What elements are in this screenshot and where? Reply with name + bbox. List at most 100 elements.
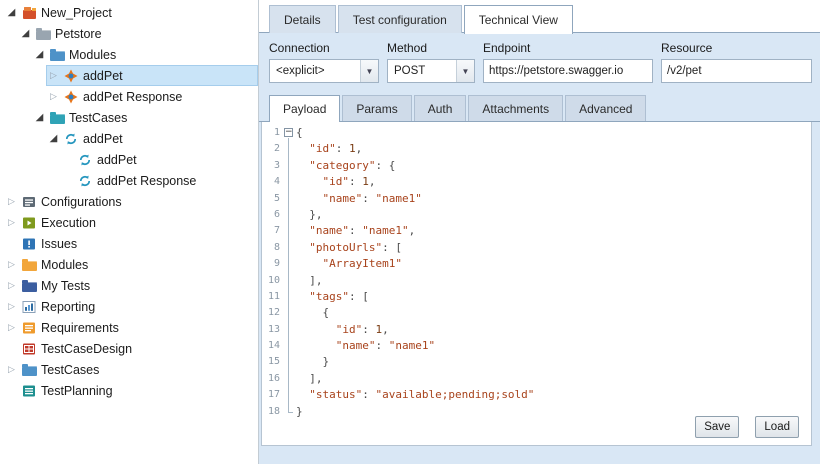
tree-item-addpet-response[interactable]: addPet Response (0, 170, 258, 191)
expand-arrow-icon[interactable]: ◢ (48, 133, 59, 144)
endpoint-input[interactable] (483, 59, 653, 83)
tree-item-addpet[interactable]: ▷addPet (0, 65, 258, 86)
requirements-icon (21, 320, 37, 336)
expand-arrow-icon[interactable]: ◢ (20, 28, 31, 39)
fold-guide-line (282, 322, 296, 338)
tree-item-requirements[interactable]: ▷Requirements (0, 317, 258, 338)
tree-item-content: ▷Modules (4, 254, 258, 275)
tree-indent (0, 149, 60, 170)
save-button[interactable]: Save (695, 416, 739, 438)
expand-arrow-icon[interactable]: ▷ (6, 323, 17, 333)
connection-select[interactable]: <explicit> ▼ (269, 59, 379, 83)
line-number: 3 (262, 158, 282, 174)
tree-item-testcases[interactable]: ◢TestCases (0, 107, 258, 128)
fold-guide-line (282, 305, 296, 321)
tree-indent (0, 44, 32, 65)
code-line-text: { (296, 305, 329, 321)
tree-item-testcases[interactable]: ▷TestCases (0, 359, 258, 380)
tree-item-content: ▷ addPet Response (46, 86, 258, 107)
expand-arrow-icon[interactable]: ◢ (6, 7, 17, 18)
line-number: 9 (262, 256, 282, 272)
code-line-text: ], (296, 273, 323, 289)
tree-item-label: Execution (41, 216, 96, 230)
expand-arrow-icon[interactable]: ▷ (6, 260, 17, 270)
expand-arrow-icon[interactable]: ▷ (48, 92, 59, 102)
tree-item-label: Modules (69, 48, 116, 62)
code-line-text: "id": 1, (296, 141, 362, 157)
line-number: 8 (262, 240, 282, 256)
fold-guide-line (282, 158, 296, 174)
project-tree-panel: ◢New_Project◢Petstore◢Modules▷addPet▷add… (0, 0, 259, 464)
folder-icon (21, 278, 37, 294)
tree-item-new-project[interactable]: ◢New_Project (0, 2, 258, 23)
tab-payload[interactable]: Payload (269, 95, 340, 122)
json-code-area[interactable]: 1−{2 "id": 1,3 "category": {4 "id": 1,5 … (262, 122, 811, 420)
line-number: 5 (262, 191, 282, 207)
tree-item-testplanning[interactable]: TestPlanning (0, 380, 258, 401)
line-number: 14 (262, 338, 282, 354)
load-button[interactable]: Load (755, 416, 799, 438)
folder-icon (21, 257, 37, 273)
tree-item-addpet[interactable]: ◢ addPet (0, 128, 258, 149)
editor-button-row: Save Load (695, 416, 799, 438)
expand-arrow-icon[interactable]: ▷ (48, 71, 59, 81)
main-tab-bar: DetailsTest configurationTechnical View (259, 0, 820, 33)
fold-guide-line (282, 404, 296, 420)
expand-arrow-icon[interactable]: ◢ (34, 49, 45, 60)
expand-arrow-icon[interactable]: ▷ (6, 302, 17, 312)
line-number: 17 (262, 387, 282, 403)
tree-item-testcasedesign[interactable]: TestCaseDesign (0, 338, 258, 359)
tab-attachments[interactable]: Attachments (468, 95, 563, 121)
tree-item-addpet-response[interactable]: ▷ addPet Response (0, 86, 258, 107)
tree-item-label: TestCaseDesign (41, 342, 132, 356)
code-line-text: "name": "name1" (296, 338, 435, 354)
expand-arrow-icon[interactable]: ▷ (6, 218, 17, 228)
fold-toggle-icon[interactable]: − (282, 125, 296, 141)
tree-indent (0, 170, 60, 191)
project-icon (21, 5, 37, 21)
payload-editor[interactable]: 1−{2 "id": 1,3 "category": {4 "id": 1,5 … (261, 122, 812, 446)
expand-arrow-icon[interactable]: ▷ (6, 197, 17, 207)
tab-auth[interactable]: Auth (414, 95, 467, 121)
tree-item-content: ▷Requirements (4, 317, 258, 338)
tree-item-reporting[interactable]: ▷ Reporting (0, 296, 258, 317)
tree-item-my-tests[interactable]: ▷My Tests (0, 275, 258, 296)
request-config-bar: Connection <explicit> ▼ Method POST ▼ En… (259, 33, 820, 93)
code-line-text: "photoUrls": [ (296, 240, 402, 256)
tab-technical-view[interactable]: Technical View (464, 5, 573, 34)
app-window: ◢New_Project◢Petstore◢Modules▷addPet▷add… (0, 0, 820, 464)
code-line-text: }, (296, 207, 323, 223)
tree-item-label: addPet (83, 132, 123, 146)
tree-item-label: Issues (41, 237, 77, 251)
tree-item-content: Issues (4, 233, 258, 254)
endpoint-label: Endpoint (483, 41, 653, 55)
tree-item-issues[interactable]: Issues (0, 233, 258, 254)
tree-item-configurations[interactable]: ▷ Configurations (0, 191, 258, 212)
line-number: 1 (262, 125, 282, 141)
method-select[interactable]: POST ▼ (387, 59, 475, 83)
folder-icon (21, 362, 37, 378)
tab-advanced[interactable]: Advanced (565, 95, 646, 121)
tree-item-label: Reporting (41, 300, 95, 314)
payload-tab-bar: PayloadParamsAuthAttachmentsAdvanced (259, 93, 820, 122)
tab-test-configuration[interactable]: Test configuration (338, 5, 462, 33)
tree-item-content: addPet Response (60, 170, 258, 191)
expand-arrow-icon[interactable]: ◢ (34, 112, 45, 123)
resource-input[interactable] (661, 59, 812, 83)
testcase-icon (77, 173, 93, 189)
fold-guide-line (282, 191, 296, 207)
tree-item-modules[interactable]: ◢ Modules (0, 44, 258, 65)
tree-item-label: addPet Response (83, 90, 182, 104)
module-icon (63, 89, 79, 105)
tab-details[interactable]: Details (269, 5, 336, 33)
expand-arrow-icon[interactable]: ▷ (6, 365, 17, 375)
tree-item-label: Configurations (41, 195, 122, 209)
method-field: Method POST ▼ (387, 41, 475, 83)
tree-item-modules[interactable]: ▷Modules (0, 254, 258, 275)
code-line-text: "id": 1, (296, 322, 389, 338)
tab-params[interactable]: Params (342, 95, 411, 121)
tree-item-petstore[interactable]: ◢Petstore (0, 23, 258, 44)
tree-item-execution[interactable]: ▷ Execution (0, 212, 258, 233)
tree-item-addpet[interactable]: addPet (0, 149, 258, 170)
expand-arrow-icon[interactable]: ▷ (6, 281, 17, 291)
